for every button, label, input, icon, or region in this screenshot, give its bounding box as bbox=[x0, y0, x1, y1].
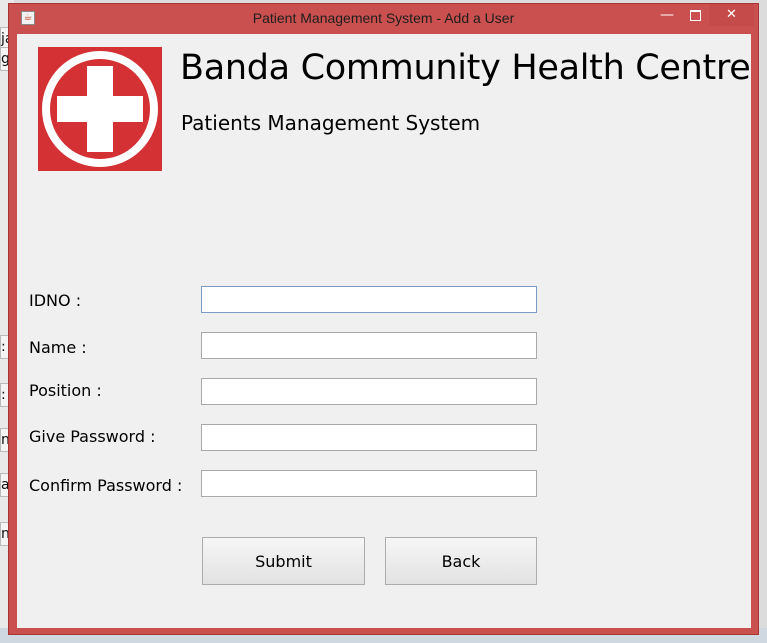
idno-input[interactable] bbox=[201, 286, 537, 313]
back-button[interactable]: Back bbox=[385, 537, 537, 585]
position-label: Position : bbox=[29, 381, 102, 400]
add-user-window: ☕ Patient Management System - Add a User… bbox=[8, 3, 759, 635]
title-bar[interactable]: ☕ Patient Management System - Add a User… bbox=[9, 4, 758, 34]
organization-title: Banda Community Health Centre bbox=[180, 48, 751, 88]
maximize-icon bbox=[689, 9, 701, 21]
maximize-button[interactable] bbox=[681, 4, 709, 26]
minimize-button[interactable]: — bbox=[653, 4, 681, 26]
close-button[interactable]: ✕ bbox=[709, 4, 754, 26]
confirm-password-label: Confirm Password : bbox=[29, 476, 183, 495]
system-subtitle: Patients Management System bbox=[181, 111, 481, 135]
confirm-password-input[interactable] bbox=[201, 470, 537, 497]
name-label: Name : bbox=[29, 338, 87, 357]
red-cross-icon bbox=[38, 47, 162, 171]
form-panel: Banda Community Health Centre Patients M… bbox=[17, 34, 751, 628]
idno-label: IDNO : bbox=[29, 291, 82, 310]
window-title: Patient Management System - Add a User bbox=[252, 10, 515, 26]
give-password-label: Give Password : bbox=[29, 427, 156, 446]
submit-button[interactable]: Submit bbox=[202, 537, 365, 585]
give-password-input[interactable] bbox=[201, 424, 537, 451]
position-input[interactable] bbox=[201, 378, 537, 405]
name-input[interactable] bbox=[201, 332, 537, 359]
